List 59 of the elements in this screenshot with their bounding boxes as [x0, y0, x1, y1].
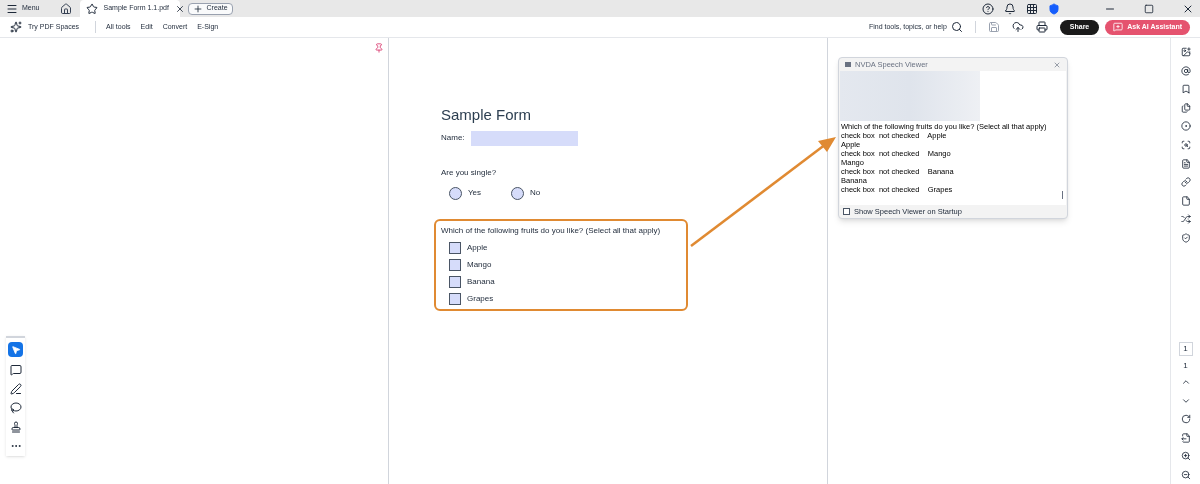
shield-icon[interactable] [1048, 2, 1060, 15]
save-icon[interactable] [987, 21, 1000, 33]
upload-icon[interactable] [1011, 21, 1024, 33]
close-icon[interactable] [174, 3, 185, 14]
checkbox[interactable] [449, 275, 461, 288]
file-icon[interactable] [1180, 195, 1191, 206]
lasso-icon[interactable] [9, 402, 22, 414]
pin-icon [374, 43, 384, 53]
checkbox-label: Apple [467, 241, 488, 254]
sparkles-icon [10, 21, 22, 33]
single-question: Are you single? [441, 166, 498, 179]
radio-button[interactable] [511, 186, 525, 200]
checkbox-label: Grapes [467, 292, 494, 305]
radio-label: No [530, 187, 541, 199]
print-icon[interactable] [1035, 21, 1048, 33]
zoom-in-icon[interactable] [1180, 451, 1191, 462]
checkbox[interactable] [449, 241, 461, 254]
page-view-icon[interactable] [1180, 432, 1191, 443]
bookmark-icon[interactable] [1180, 84, 1191, 95]
pen-icon[interactable] [9, 383, 22, 395]
apps-grid-icon[interactable] [1026, 2, 1038, 15]
checkbox-label: Banana [467, 275, 495, 288]
page-number-field[interactable]: 1 [1178, 341, 1193, 356]
target-icon[interactable] [1180, 121, 1191, 132]
star-icon[interactable] [85, 2, 98, 15]
plus-icon [192, 3, 203, 14]
shield-icon[interactable] [1180, 232, 1191, 243]
scrollbar-thumb [1062, 191, 1063, 199]
comment-icon[interactable] [9, 364, 22, 376]
menu-icon [6, 2, 18, 15]
shuffle-icon[interactable] [1180, 214, 1191, 225]
scan-icon[interactable] [1180, 139, 1191, 150]
name-label: Name: [441, 132, 465, 144]
app-icon [845, 62, 851, 67]
restore-icon[interactable] [1144, 3, 1154, 14]
search-icon[interactable] [950, 21, 963, 33]
bell-icon[interactable] [1004, 2, 1016, 15]
link-icon[interactable] [1180, 177, 1191, 188]
stamp-icon[interactable] [9, 421, 22, 433]
name-input-field[interactable] [470, 130, 578, 146]
document-icon[interactable] [1180, 158, 1191, 169]
home-icon[interactable] [59, 2, 72, 15]
radio-label: Yes [468, 187, 482, 199]
chat-icon [1113, 22, 1124, 32]
help-icon[interactable] [982, 2, 994, 15]
select-tool[interactable] [8, 342, 23, 357]
startup-checkbox[interactable] [843, 208, 850, 215]
zoom-out-icon[interactable] [1180, 470, 1191, 480]
at-icon[interactable] [1180, 65, 1191, 76]
checkbox[interactable] [449, 258, 461, 271]
pages-icon[interactable] [1180, 102, 1191, 113]
checkbox-label: Mango [467, 258, 492, 271]
image-add-icon[interactable] [1180, 47, 1191, 57]
rotate-icon[interactable] [1180, 414, 1191, 425]
radio-button[interactable] [449, 186, 462, 200]
page-count: 1 [1183, 360, 1188, 373]
fruits-question: Which of the following fruits do you like? (Select all that apply) [441, 224, 662, 237]
form-title: Sample Form [441, 105, 533, 125]
checkbox[interactable] [449, 292, 461, 305]
